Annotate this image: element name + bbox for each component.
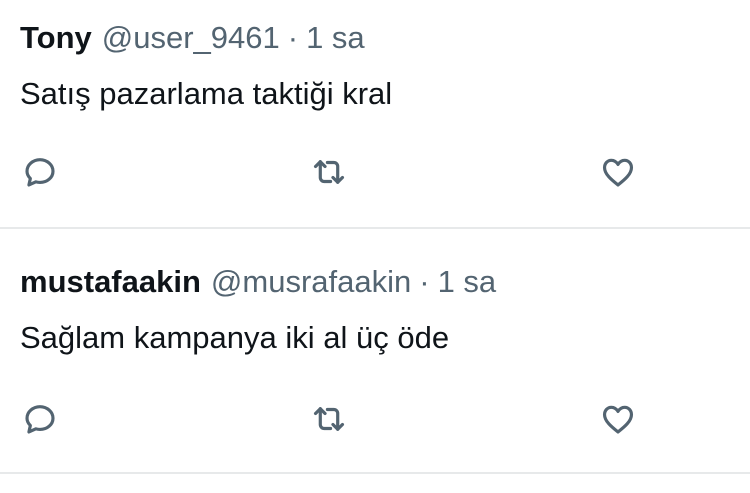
- reply-item[interactable]: Tony @user_9461 · 1 sa Satış pazarlama takt…: [0, 0, 750, 228]
- display-name[interactable]: mustafaakin: [20, 264, 201, 299]
- reply-item[interactable]: mustafaakin @musrafaakin · 1 sa Sağlam kamp…: [0, 228, 750, 475]
- retweet-button[interactable]: [307, 399, 351, 439]
- reply-icon: [25, 158, 55, 187]
- timestamp[interactable]: 1 sa: [438, 264, 497, 299]
- reply-button[interactable]: [18, 399, 62, 439]
- retweet-icon: [313, 407, 345, 431]
- reply-header: Tony @user_9461 · 1 sa: [20, 20, 365, 56]
- reply-text: Satış pazarlama taktiği kral: [20, 76, 393, 111]
- like-button[interactable]: [596, 152, 640, 192]
- retweet-button[interactable]: [307, 152, 351, 192]
- heart-icon: [602, 405, 634, 434]
- reply-icon: [25, 405, 55, 434]
- reply-feed: Tony @user_9461 · 1 sa Satış pazarlama takt…: [0, 0, 750, 493]
- separator-dot: ·: [419, 264, 430, 299]
- action-bar: [0, 152, 750, 192]
- retweet-icon: [313, 160, 345, 184]
- display-name[interactable]: Tony: [20, 20, 92, 55]
- timestamp[interactable]: 1 sa: [306, 20, 365, 55]
- heart-icon: [602, 158, 634, 187]
- reply-header: mustafaakin @musrafaakin · 1 sa: [20, 264, 496, 300]
- reply-button[interactable]: [18, 152, 62, 192]
- action-bar: [0, 399, 750, 439]
- divider: [0, 472, 750, 474]
- user-handle[interactable]: @musrafaakin: [211, 264, 411, 299]
- like-button[interactable]: [596, 399, 640, 439]
- separator-dot: ·: [287, 20, 299, 55]
- user-handle[interactable]: @user_9461: [102, 20, 280, 55]
- reply-text: Sağlam kampanya iki al üç öde: [20, 320, 450, 355]
